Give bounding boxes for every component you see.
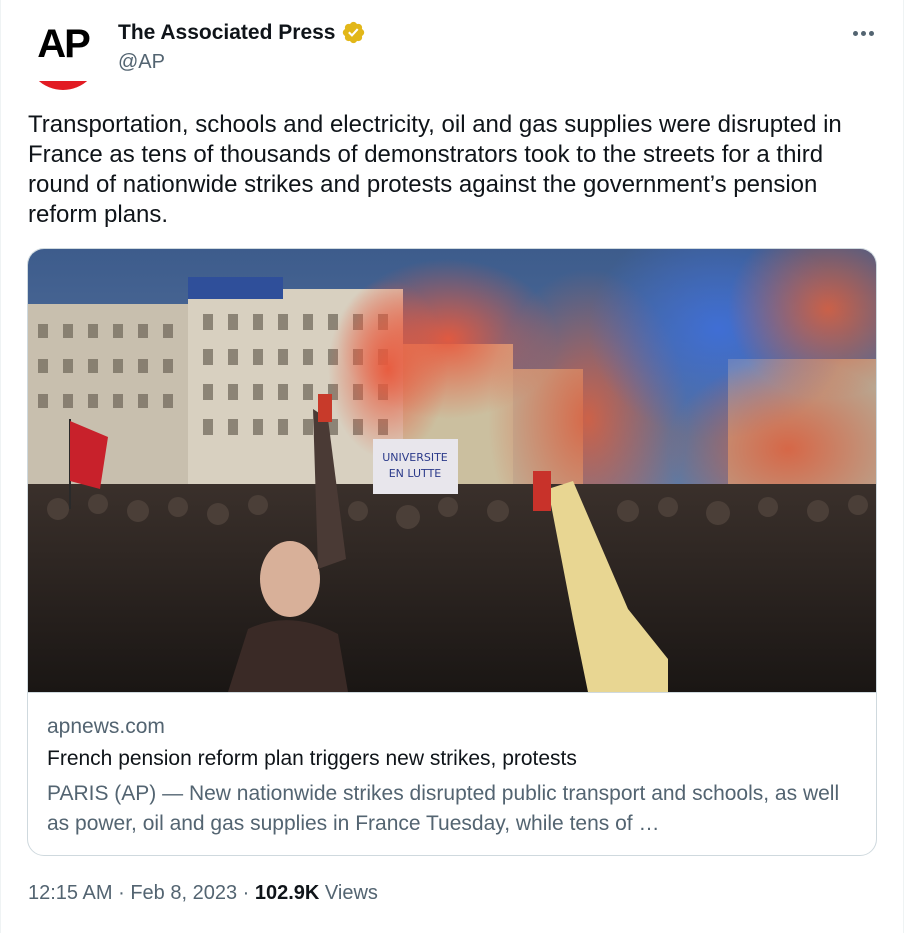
svg-text:EN LUTTE: EN LUTTE <box>389 467 442 480</box>
verified-badge-icon[interactable] <box>341 20 366 45</box>
more-dot-icon <box>860 30 866 36</box>
separator: · <box>118 882 125 904</box>
card-title: French pension reform plan triggers new … <box>47 747 577 770</box>
banner-text: UNIVERSITE <box>382 451 448 464</box>
author-display-name[interactable]: The Associated Press <box>118 21 336 45</box>
tweet-meta: 12:15 AM · Feb 8, 2023 · 102.9K Views <box>28 882 378 905</box>
more-options-button[interactable] <box>844 18 882 48</box>
separator: · <box>242 882 250 904</box>
avatar[interactable]: AP <box>26 16 100 90</box>
more-dot-icon <box>868 30 874 36</box>
views-label: Views <box>324 882 378 904</box>
tweet-text: Transportation, schools and electricity,… <box>28 111 842 228</box>
card-description: PARIS (AP) — New nationwide strikes disr… <box>47 782 840 835</box>
card-image[interactable]: UNIVERSITE EN LUTTE <box>28 249 876 692</box>
more-dot-icon <box>852 30 858 36</box>
link-card[interactable]: UNIVERSITE EN LUTTE apnews.com French pe… <box>27 248 877 856</box>
views-count: 102.9K <box>254 882 320 904</box>
ap-logo-text: AP <box>37 22 91 66</box>
tweet-time[interactable]: 12:15 AM · Feb 8, 2023 <box>28 882 237 904</box>
avatar-red-bar <box>26 81 100 90</box>
author-handle[interactable]: @AP <box>118 51 165 74</box>
date-text: Feb 8, 2023 <box>130 882 238 904</box>
tweet: AP The Associated Press @AP Transportati… <box>0 0 912 933</box>
card-domain: apnews.com <box>47 715 165 738</box>
time-text: 12:15 AM <box>28 882 113 904</box>
card-body[interactable]: apnews.com French pension reform plan tr… <box>28 692 876 855</box>
author-name-row: The Associated Press <box>118 20 366 45</box>
